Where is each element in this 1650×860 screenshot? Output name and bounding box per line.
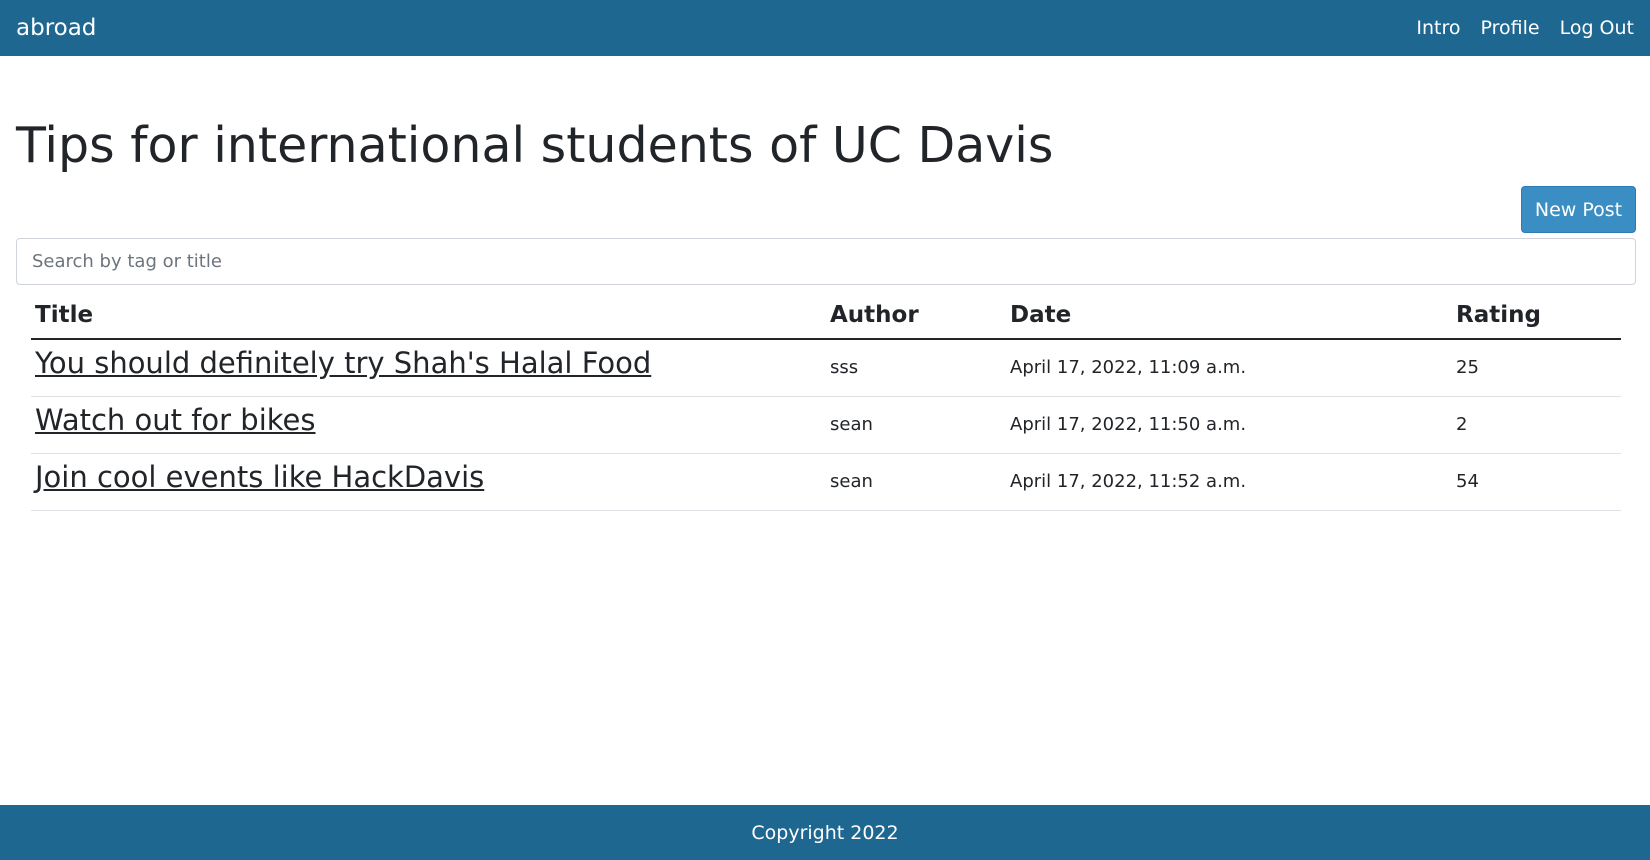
post-date: April 17, 2022, 11:52 a.m. [1006,453,1452,511]
column-header-rating: Rating [1452,292,1621,340]
nav-link-logout[interactable]: Log Out [1560,17,1634,39]
table-row: You should definitely try Shah's Halal F… [31,339,1621,397]
table-row: Watch out for bikes sean April 17, 2022,… [31,396,1621,454]
page-title: Tips for international students of UC Da… [16,117,1054,174]
search-input[interactable] [16,238,1636,285]
nav-link-intro[interactable]: Intro [1416,17,1460,39]
post-title-link[interactable]: You should definitely try Shah's Halal F… [35,346,651,380]
column-header-date: Date [1006,292,1452,340]
top-navbar: abroad Intro Profile Log Out [0,0,1650,56]
page-footer: Copyright 2022 [0,805,1650,860]
post-rating: 54 [1452,453,1621,511]
post-date: April 17, 2022, 11:50 a.m. [1006,396,1452,454]
new-post-button[interactable]: New Post [1521,186,1636,233]
post-title-link[interactable]: Join cool events like HackDavis [35,460,484,494]
page: abroad Intro Profile Log Out Tips for in… [0,0,1650,860]
column-header-title: Title [31,292,826,340]
column-header-author: Author [826,292,1006,340]
nav-links: Intro Profile Log Out [1396,17,1634,39]
post-title-cell: Watch out for bikes [31,396,826,454]
post-author: sss [826,339,1006,397]
brand-link[interactable]: abroad [16,15,96,41]
posts-table: Title Author Date Rating You should defi… [31,292,1621,511]
post-title-cell: You should definitely try Shah's Halal F… [31,339,826,397]
copyright-text: Copyright 2022 [751,821,899,844]
post-author: sean [826,453,1006,511]
post-title-link[interactable]: Watch out for bikes [35,403,315,437]
post-title-cell: Join cool events like HackDavis [31,453,826,511]
table-header-row: Title Author Date Rating [31,292,1621,340]
post-rating: 2 [1452,396,1621,454]
table-row: Join cool events like HackDavis sean Apr… [31,453,1621,511]
post-author: sean [826,396,1006,454]
post-rating: 25 [1452,339,1621,397]
nav-link-profile[interactable]: Profile [1480,17,1539,39]
post-date: April 17, 2022, 11:09 a.m. [1006,339,1452,397]
